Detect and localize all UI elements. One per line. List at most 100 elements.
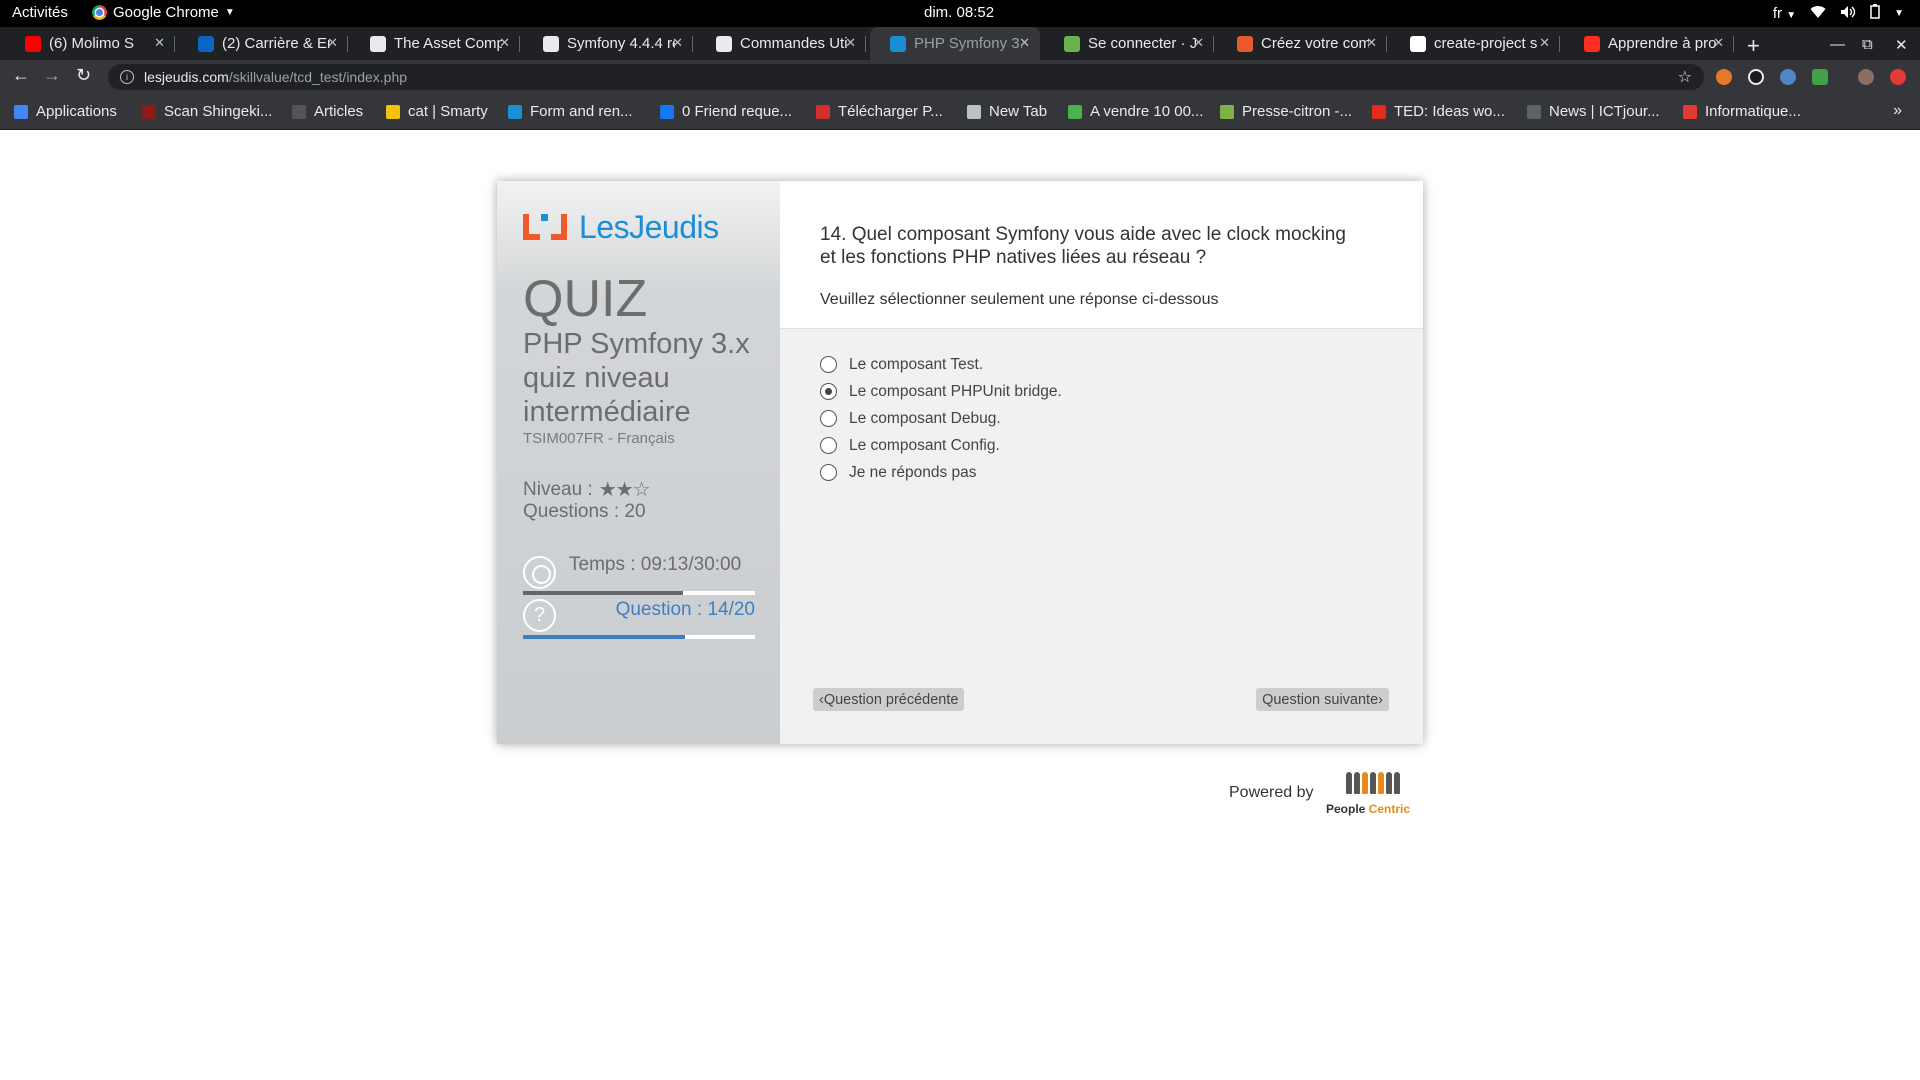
bookmark-star-icon[interactable]: ☆: [1678, 67, 1692, 87]
browser-tab[interactable]: create-project s ✕: [1390, 27, 1560, 60]
bookmark-item[interactable]: Applications: [14, 103, 117, 120]
browser-tab[interactable]: Apprendre à pro ✕: [1564, 27, 1734, 60]
restore-icon[interactable]: ⧉: [1862, 36, 1873, 53]
tab-title: The Asset Comp: [394, 35, 502, 52]
close-tab-icon[interactable]: ✕: [1366, 35, 1377, 51]
tab-title: Symfony 4.4.4 re: [567, 35, 675, 52]
chevron-right-icon[interactable]: »: [1893, 102, 1902, 120]
question-text: 14. Quel composant Symfony vous aide ave…: [820, 224, 1346, 268]
symfony-icon: [508, 104, 522, 119]
level-indicator: Niveau : ★★☆: [523, 477, 651, 502]
quiz-sidebar: LesJeudis QUIZ PHP Symfony 3.x quiz nive…: [497, 181, 780, 744]
browser-tab[interactable]: Symfony 4.4.4 re ✕: [523, 27, 693, 60]
address-bar[interactable]: i lesjeudis.com/skillvalue/tcd_test/inde…: [108, 64, 1704, 90]
radio-button[interactable]: [820, 356, 837, 373]
browser-tab[interactable]: PHP Symfony 3. ✕: [870, 27, 1040, 60]
brand-name: LesJeudis: [579, 209, 719, 245]
close-tab-icon[interactable]: ✕: [327, 35, 338, 51]
clock-icon: [523, 556, 556, 589]
bookmark-item[interactable]: Form and ren...: [508, 103, 633, 120]
answer-option[interactable]: Le composant Config.: [820, 432, 1062, 459]
browser-tab[interactable]: (6) Molimo S ✕: [5, 27, 175, 60]
bookmark-label: News | ICTjour...: [1549, 103, 1660, 120]
answer-option[interactable]: Je ne réponds pas: [820, 459, 1062, 486]
browser-tab[interactable]: (2) Carrière & En ✕: [178, 27, 348, 60]
bookmark-item[interactable]: New Tab: [967, 103, 1047, 120]
bookmarks-bar: » Applications Scan Shingeki... Articles ca…: [0, 94, 1920, 130]
extension-icon[interactable]: [1780, 69, 1796, 85]
browser-tab[interactable]: Se connecter · J ✕: [1044, 27, 1214, 60]
symfony-icon: [370, 35, 386, 52]
forward-icon[interactable]: →: [43, 65, 61, 86]
previous-question-label: Question précédente: [823, 691, 959, 708]
bookmark-item[interactable]: Scan Shingeki...: [142, 103, 272, 120]
next-question-label: Question suivante: [1262, 691, 1379, 708]
previous-question-button[interactable]: ‹ Question précédente: [813, 688, 965, 711]
radio-button[interactable]: [820, 437, 837, 454]
tab-title: Commandes Uti: [740, 35, 848, 52]
browser-tab[interactable]: Créez votre com ✕: [1217, 27, 1387, 60]
clock[interactable]: dim. 08:52: [924, 4, 994, 21]
scan-icon: [142, 104, 156, 119]
bookmark-item[interactable]: cat | Smarty: [386, 103, 488, 120]
back-icon[interactable]: ←: [12, 65, 30, 86]
system-tray[interactable]: fr ▼ ▼: [1773, 4, 1904, 23]
close-tab-icon[interactable]: ✕: [499, 35, 510, 51]
answer-option[interactable]: Le composant Debug.: [820, 405, 1062, 432]
close-window-icon[interactable]: ✕: [1895, 36, 1908, 54]
bookmark-label: Articles: [314, 103, 364, 120]
bookmark-item[interactable]: Télécharger P...: [816, 103, 943, 120]
app-menu[interactable]: Google Chrome ▼: [92, 4, 235, 21]
bookmark-item[interactable]: News | ICTjour...: [1527, 103, 1660, 120]
lesjeudis-icon: [890, 35, 906, 52]
bookmark-label: Applications: [36, 103, 117, 120]
star-icon: ☆: [632, 479, 651, 501]
browser-tab[interactable]: Commandes Uti ✕: [696, 27, 866, 60]
answer-label: Le composant Debug.: [849, 409, 1001, 427]
minimize-icon[interactable]: —: [1830, 36, 1845, 53]
bookmark-item[interactable]: TED: Ideas wo...: [1372, 103, 1505, 120]
close-tab-icon[interactable]: ✕: [845, 35, 856, 51]
question-header: 14. Quel composant Symfony vous aide ave…: [780, 181, 1423, 329]
answer-option[interactable]: Le composant PHPUnit bridge.: [820, 378, 1062, 405]
next-question-button[interactable]: Question suivante ›: [1256, 688, 1389, 711]
quiz-name: PHP Symfony 3.x quiz niveau intermédiair…: [523, 328, 750, 428]
bookmark-item[interactable]: A vendre 10 00...: [1068, 103, 1203, 120]
close-tab-icon[interactable]: ✕: [154, 35, 165, 51]
bookmark-label: TED: Ideas wo...: [1394, 103, 1505, 120]
close-tab-icon[interactable]: ✕: [1193, 35, 1204, 51]
symfony-icon: [543, 35, 559, 52]
close-tab-icon[interactable]: ✕: [1713, 35, 1724, 51]
tab-title: (6) Molimo S: [49, 35, 135, 52]
language-indicator[interactable]: fr ▼: [1773, 5, 1796, 22]
bookmark-item[interactable]: Presse-citron -...: [1220, 103, 1352, 120]
radio-button[interactable]: [820, 464, 837, 481]
facebook-icon: [660, 104, 674, 119]
new-tab-button[interactable]: +: [1747, 33, 1760, 59]
radio-button[interactable]: [820, 383, 837, 400]
jeedom-icon: [1064, 35, 1080, 52]
bookmark-item[interactable]: Articles: [292, 103, 363, 120]
radio-button[interactable]: [820, 410, 837, 427]
bookmark-item[interactable]: Informatique...: [1683, 103, 1801, 120]
wifi-icon: [1810, 5, 1826, 23]
activities-button[interactable]: Activités: [12, 4, 68, 21]
bookmark-item[interactable]: 0 Friend reque...: [660, 103, 792, 120]
browser-tab[interactable]: The Asset Comp ✕: [350, 27, 520, 60]
close-tab-icon[interactable]: ✕: [1019, 35, 1030, 51]
extension-icon[interactable]: [1716, 69, 1732, 85]
tab-separator: [865, 36, 866, 52]
globe-icon: [967, 104, 981, 119]
reload-icon[interactable]: ↻: [76, 65, 91, 86]
symfony-icon: [716, 35, 732, 52]
close-tab-icon[interactable]: ✕: [672, 35, 683, 51]
avatar[interactable]: [1858, 69, 1874, 85]
leaf-icon: [1220, 104, 1234, 119]
extension-icon[interactable]: [1812, 69, 1828, 85]
info-icon[interactable]: i: [120, 70, 134, 84]
answer-option[interactable]: Le composant Test.: [820, 351, 1062, 378]
extension-icon[interactable]: [1748, 69, 1764, 85]
close-tab-icon[interactable]: ✕: [1539, 35, 1550, 51]
people-centric-wordmark: People Centric: [1326, 802, 1411, 816]
extension-icon[interactable]: [1890, 69, 1906, 85]
